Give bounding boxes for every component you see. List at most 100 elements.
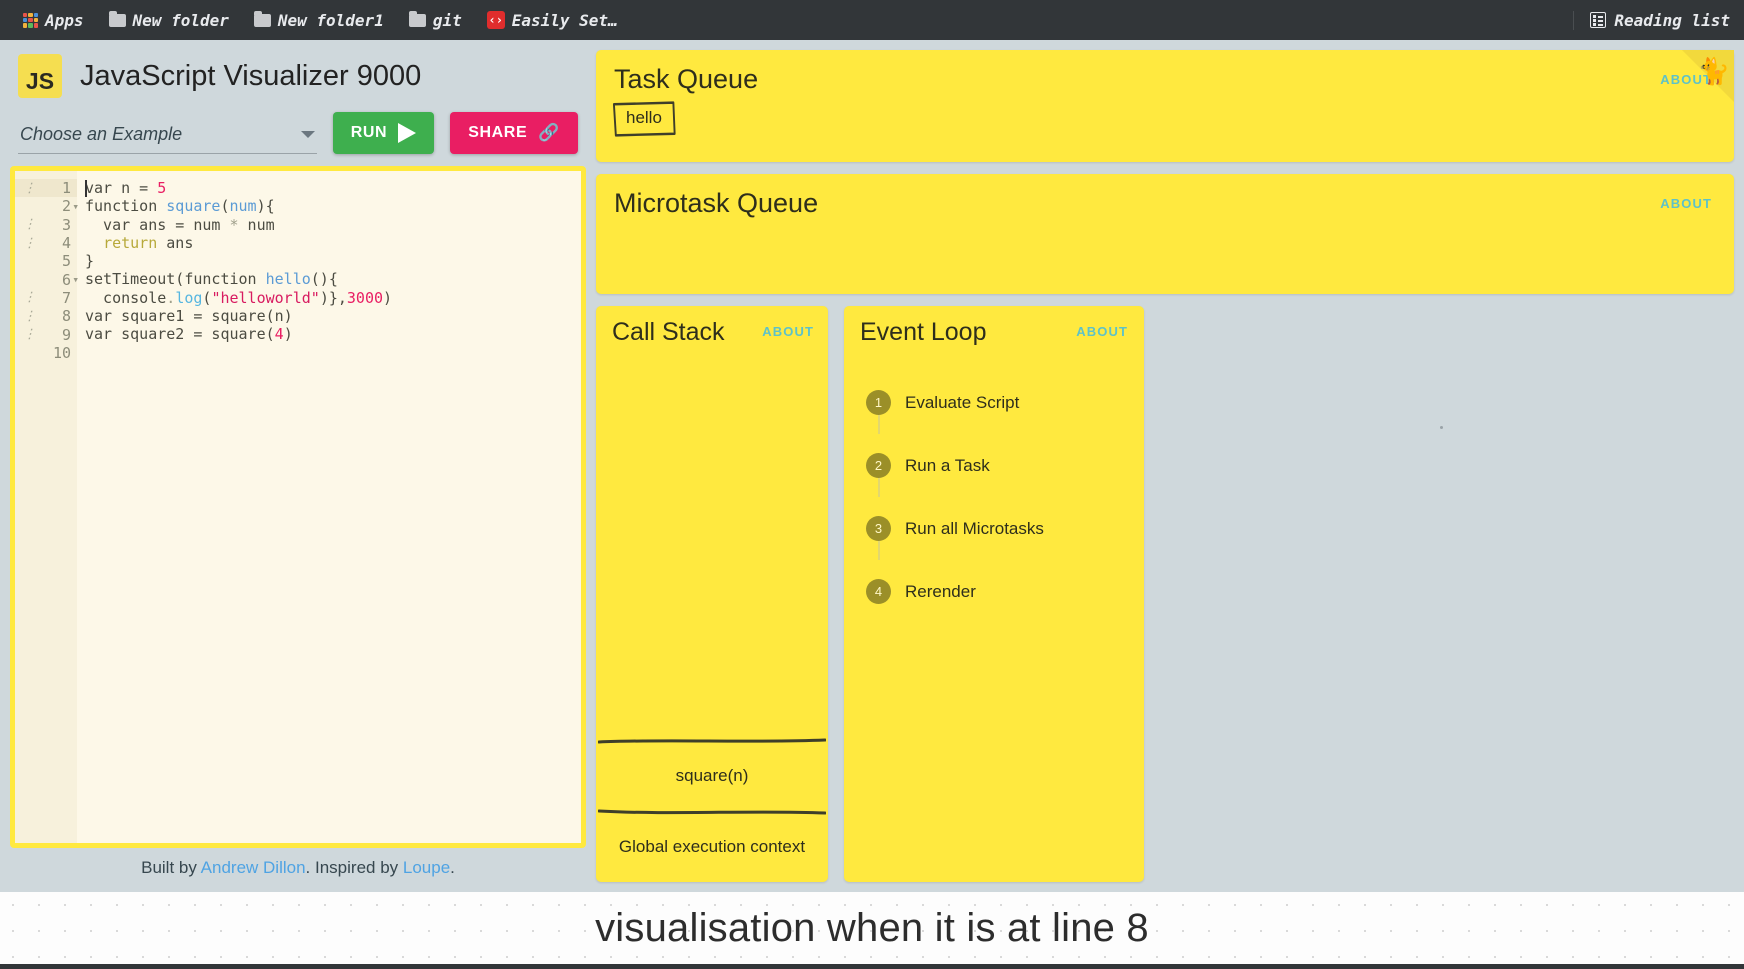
breakpoint-icon[interactable]: ⋮ <box>23 290 36 305</box>
step-label: Evaluate Script <box>905 392 1020 412</box>
bookmark-item-new-folder1[interactable]: New folder1 <box>245 8 393 33</box>
footer-suffix: . <box>450 858 455 877</box>
bookmark-label: New folder1 <box>277 10 384 30</box>
stack-frame: square(n) <box>596 738 828 811</box>
breakpoint-icon[interactable]: ⋮ <box>23 217 36 232</box>
gutter-line[interactable]: ⋮ 8 <box>15 307 77 325</box>
line-number: 3 <box>61 215 71 234</box>
chevron-down-icon <box>300 131 315 138</box>
fold-arrow-icon[interactable]: ▾ <box>72 200 79 213</box>
event-loop-panel: Event Loop ABOUT 1 Evaluate Script 2 Run a … <box>844 306 1144 882</box>
controls-row: Choose an Example RUN SHARE 🔗 <box>10 104 586 166</box>
cursor-dot <box>1440 426 1443 429</box>
line-number: 2 <box>61 197 71 216</box>
line-number: 7 <box>61 288 71 307</box>
gutter-line[interactable]: ⋮ 9 <box>15 325 77 344</box>
task-item-label: hello <box>626 108 662 127</box>
cat-silhouette-icon: 🐈 <box>1697 56 1730 86</box>
editor-column: JS JavaScript Visualizer 9000 Choose an … <box>10 50 586 882</box>
step-number-badge: 4 <box>866 579 891 604</box>
event-loop-step: 4 Rerender <box>866 560 1144 623</box>
line-number: 6 <box>61 270 71 289</box>
share-button-label: SHARE <box>468 124 528 141</box>
event-loop-step: 3 Run all Microtasks <box>866 497 1144 560</box>
share-button[interactable]: SHARE 🔗 <box>450 112 578 154</box>
task-queue-title: Task Queue <box>614 64 759 94</box>
breakpoint-icon[interactable]: ⋮ <box>23 309 36 324</box>
folder-icon <box>108 10 126 27</box>
gutter-line[interactable]: ⋮ 3 <box>15 216 77 234</box>
example-select-value: Choose an Example <box>20 124 183 144</box>
caption-strip: visualisation when it is at line 8 <box>0 892 1744 964</box>
microtask-queue-title: Microtask Queue <box>614 188 819 218</box>
folder-icon <box>408 10 426 27</box>
step-label: Run all Microtasks <box>905 518 1044 538</box>
microtask-queue-about-link[interactable]: ABOUT <box>1660 196 1712 211</box>
page-title: JavaScript Visualizer 9000 <box>80 59 422 92</box>
footer-prefix: Built by <box>141 858 201 877</box>
fold-arrow-icon[interactable]: ▾ <box>72 273 79 286</box>
code-brackets-icon: ‹› <box>486 11 505 29</box>
bookmark-item-git[interactable]: git <box>400 8 471 33</box>
reading-list-button[interactable]: Reading list <box>1573 10 1730 30</box>
brand-row: JS JavaScript Visualizer 9000 <box>10 50 586 104</box>
code-editor[interactable]: ⋮ 1 2 ▾ ⋮ 3 ⋮ 4 5 6 ▾ ⋮ 7 ⋮ 8 ⋮ 9 10 var n = 5 function s… <box>10 166 586 848</box>
bookmark-label: git <box>432 10 462 30</box>
task-queue-item[interactable]: hello <box>612 101 676 137</box>
hand-drawn-divider <box>598 738 826 744</box>
bookmark-label: Easily Set… <box>511 10 618 30</box>
gutter-line[interactable]: ⋮ 4 <box>15 234 77 252</box>
gutter-line[interactable]: ⋮ 1 <box>15 179 77 198</box>
line-number: 5 <box>61 252 71 271</box>
gutter-line[interactable]: 6 ▾ <box>15 270 79 289</box>
gutter-line[interactable]: ⋮ 7 <box>15 289 77 307</box>
step-label: Rerender <box>905 581 976 601</box>
link-icon: 🔗 <box>538 123 560 142</box>
author-link[interactable]: Andrew Dillon <box>201 858 306 877</box>
js-logo-icon: JS <box>18 54 62 98</box>
step-label: Run a Task <box>905 455 990 475</box>
run-button[interactable]: RUN <box>332 112 435 154</box>
stack-frame: Global execution context <box>596 809 828 882</box>
reading-list-icon <box>1590 12 1607 28</box>
breakpoint-icon[interactable]: ⋮ <box>23 236 36 251</box>
bookmark-label: New folder <box>132 10 229 30</box>
visualizer-app: 🐈 JS JavaScript Visualizer 9000 Choose a… <box>0 40 1744 892</box>
gutter-line[interactable]: 10 <box>15 344 77 362</box>
call-stack-about-link[interactable]: ABOUT <box>762 324 814 339</box>
bookmark-item-apps[interactable]: Apps <box>14 8 93 33</box>
stack-frame-label: Global execution context <box>618 836 806 856</box>
inspiration-link[interactable]: Loupe <box>403 858 450 877</box>
event-loop-step: 2 Run a Task <box>866 434 1144 497</box>
bookmark-item-easily-set[interactable]: ‹› Easily Set… <box>478 8 627 33</box>
folder-icon <box>253 10 271 27</box>
stack-frame-label: square(n) <box>675 765 749 785</box>
step-number-badge: 3 <box>866 516 891 541</box>
breakpoint-icon[interactable]: ⋮ <box>23 181 36 196</box>
line-number: 1 <box>61 179 71 198</box>
line-number: 4 <box>61 234 71 253</box>
step-number-badge: 2 <box>866 453 891 478</box>
call-stack-panel: Call Stack ABOUT square(n) Global execut… <box>596 306 828 882</box>
editor-code-area[interactable]: var n = 5 function square(num){ var ans … <box>77 171 581 843</box>
event-loop-about-link[interactable]: ABOUT <box>1076 324 1128 339</box>
visualization-column: Task Queue ABOUT hello Microtask Queue A… <box>596 50 1734 882</box>
event-loop-step: 1 Evaluate Script <box>866 371 1144 434</box>
bookmark-label: Apps <box>45 10 84 30</box>
gutter-line[interactable]: 2 ▾ <box>15 197 79 216</box>
editor-gutter[interactable]: ⋮ 1 2 ▾ ⋮ 3 ⋮ 4 5 6 ▾ ⋮ 7 ⋮ 8 ⋮ 9 10 <box>15 171 79 843</box>
example-select[interactable]: Choose an Example <box>18 120 317 154</box>
run-button-label: RUN <box>350 124 388 141</box>
breakpoint-icon[interactable]: ⋮ <box>23 327 36 342</box>
bottom-panels-row: Call Stack ABOUT square(n) Global execut… <box>596 306 1734 882</box>
line-number: 9 <box>61 325 71 344</box>
corner-ribbon[interactable]: 🐈 <box>1682 50 1734 102</box>
empty-area <box>1160 306 1734 882</box>
gutter-line[interactable]: 5 <box>15 252 77 270</box>
footer-middle: . Inspired by <box>305 858 403 877</box>
task-queue-panel: Task Queue ABOUT hello <box>596 50 1734 162</box>
bookmark-item-new-folder[interactable]: New folder <box>100 8 238 33</box>
task-queue-items: hello <box>596 95 1734 137</box>
text-caret <box>85 180 87 197</box>
call-stack-frames: square(n) Global execution context <box>596 738 828 882</box>
